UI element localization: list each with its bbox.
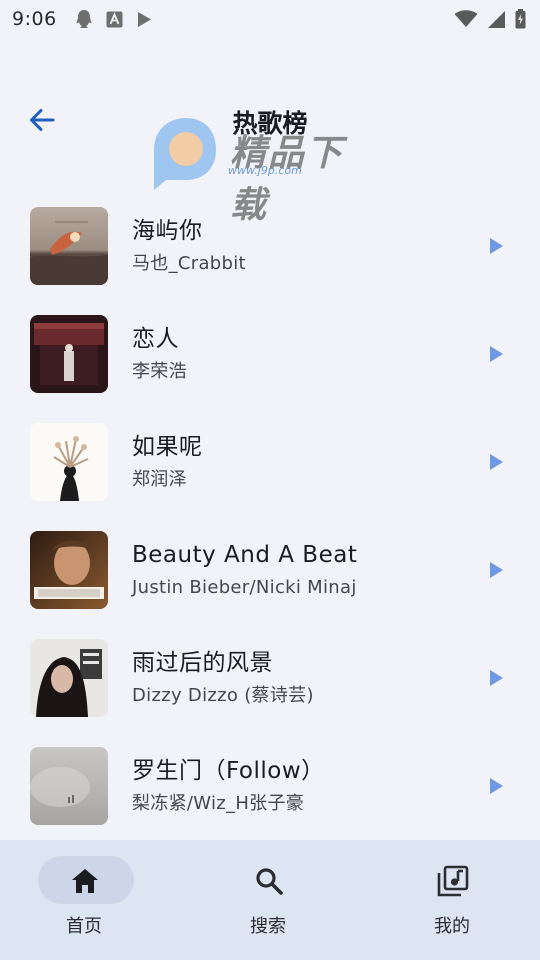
song-title: Beauty And A Beat: [132, 541, 358, 568]
nav-label-search: 搜索: [250, 916, 286, 937]
battery-icon: [515, 9, 526, 29]
play-icon: [490, 778, 503, 794]
search-icon: [252, 864, 286, 898]
song-item[interactable]: Beauty And A Beat Justin Bieber/Nicki Mi…: [0, 516, 540, 624]
font-a-icon: [106, 11, 123, 27]
play-icon: [490, 670, 503, 686]
album-cover: [30, 639, 108, 717]
nav-item-search[interactable]: 搜索: [180, 840, 360, 960]
play-button[interactable]: [486, 452, 506, 472]
p-logo-icon: [154, 118, 216, 190]
wifi-icon: [454, 10, 478, 27]
song-title: 海屿你: [132, 217, 203, 244]
play-icon: [490, 238, 503, 254]
song-artist: 梨冻紧/Wiz_H张子豪: [132, 792, 305, 814]
song-artist: 郑润泽: [132, 468, 187, 490]
play-button[interactable]: [486, 560, 506, 580]
nav-item-mine[interactable]: 我的: [360, 840, 540, 960]
song-title: 罗生门（Follow）: [132, 757, 325, 784]
status-time: 9:06: [12, 8, 57, 30]
song-item[interactable]: 如果呢 郑润泽: [0, 408, 540, 516]
song-title: 如果呢: [132, 433, 203, 460]
album-cover: [30, 423, 108, 501]
status-notification-icons: [75, 9, 152, 29]
song-artist: Dizzy Dizzo (蔡诗芸): [132, 684, 314, 706]
album-cover: [30, 315, 108, 393]
album-cover: [30, 747, 108, 825]
watermark-logo: 精品下载 www.j9p.com: [150, 116, 380, 226]
play-icon: [490, 346, 503, 362]
play-icon: [490, 454, 503, 470]
home-icon: [68, 864, 102, 898]
song-item[interactable]: 海屿你 马也_Crabbit: [0, 192, 540, 300]
song-title: 雨过后的风景: [132, 649, 273, 676]
play-button[interactable]: [486, 776, 506, 796]
watermark-url: www.j9p.com: [228, 164, 302, 177]
play-button[interactable]: [486, 344, 506, 364]
nav-label-home: 首页: [66, 916, 102, 937]
play-button[interactable]: [486, 236, 506, 256]
song-item[interactable]: 罗生门（Follow） 梨冻紧/Wiz_H张子豪: [0, 732, 540, 840]
song-artist: 李荣浩: [132, 360, 187, 382]
play-icon: [490, 562, 503, 578]
play-button[interactable]: [486, 668, 506, 688]
song-item[interactable]: 雨过后的风景 Dizzy Dizzo (蔡诗芸): [0, 624, 540, 732]
song-artist: 马也_Crabbit: [132, 252, 246, 274]
nav-item-home[interactable]: 首页: [0, 840, 180, 960]
song-title: 恋人: [132, 325, 179, 352]
song-artist: Justin Bieber/Nicki Minaj: [132, 576, 357, 598]
status-bar: 9:06: [0, 0, 540, 38]
status-system-icons: [454, 9, 526, 29]
nav-label-mine: 我的: [434, 916, 470, 937]
bottom-navigation: 首页 搜索 我的: [0, 840, 540, 960]
qq-icon: [76, 10, 92, 28]
song-item[interactable]: 恋人 李荣浩: [0, 300, 540, 408]
signal-icon: [488, 10, 505, 28]
album-cover: [30, 531, 108, 609]
play-store-icon: [137, 11, 151, 27]
album-cover: [30, 207, 108, 285]
song-list: 海屿你 马也_Crabbit 恋人 李荣浩 如果呢 郑润泽 Beauty And…: [0, 192, 540, 840]
music-library-icon: [436, 864, 470, 898]
